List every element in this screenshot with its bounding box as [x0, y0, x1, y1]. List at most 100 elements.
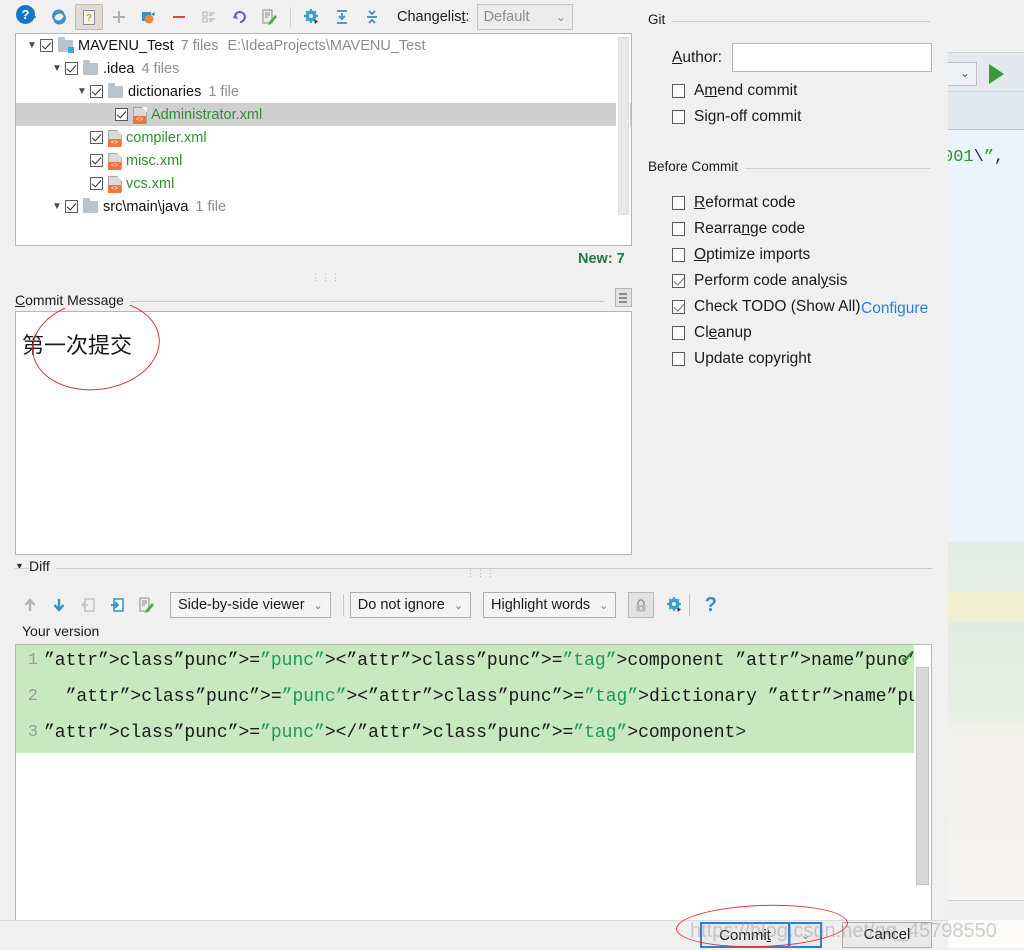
- tree-row[interactable]: ▼ dictionaries 1 file: [16, 80, 631, 103]
- cleanup-checkbox[interactable]: Cleanup: [672, 324, 752, 342]
- diff-viewer[interactable]: 1 2 3 ”attr”>class”punc”>=”punc”><”attr”>c…: [15, 644, 932, 926]
- configure-link[interactable]: Configure: [861, 300, 928, 318]
- tree-row-count: 1 file: [195, 198, 227, 215]
- folder-icon: [83, 197, 98, 213]
- collapse-all-2-icon[interactable]: [358, 4, 386, 30]
- splitter-handle-diff[interactable]: ⋮⋮⋮: [466, 568, 496, 579]
- accept-change-icon[interactable]: [102, 592, 131, 618]
- checkbox-box[interactable]: [672, 274, 685, 288]
- sign-off-commit-checkbox[interactable]: Sign-off commit: [672, 108, 801, 126]
- tree-row-checkbox[interactable]: [90, 154, 103, 167]
- commit-message-header: Commit Message: [15, 288, 632, 310]
- expand-all-icon[interactable]: [328, 4, 356, 30]
- run-icon: [989, 64, 1004, 84]
- settings-icon[interactable]: [298, 4, 326, 30]
- tree-row-path: E:\IdeaProjects\MAVENU_Test: [227, 37, 426, 54]
- chevron-down-icon[interactable]: ▼: [49, 201, 65, 212]
- tree-row-checkbox[interactable]: [40, 39, 53, 52]
- checkbox-label: Check TODO (Show All): [694, 298, 861, 315]
- tree-row[interactable]: compiler.xml: [16, 126, 631, 149]
- cancel-button[interactable]: Cancel: [842, 922, 932, 948]
- diff-scrollbar[interactable]: [914, 645, 931, 925]
- remove-icon[interactable]: [165, 4, 193, 30]
- group-by-icon[interactable]: [195, 4, 223, 30]
- chevron-down-icon[interactable]: ▼: [24, 40, 40, 51]
- changed-files-tree[interactable]: ▼ MAVENU_Test 7 files E:\IdeaProjects\MAVEN…: [15, 33, 632, 246]
- tree-row[interactable]: ▼ src\main\java 1 file: [16, 195, 631, 218]
- tree-row[interactable]: ▼ MAVENU_Test 7 files E:\IdeaProjects\MAVEN…: [16, 34, 631, 57]
- tree-row-checkbox[interactable]: [65, 62, 78, 75]
- splitter-handle-top[interactable]: ⋮⋮⋮: [311, 272, 341, 283]
- reformat-code-checkbox[interactable]: Reformat code: [672, 194, 796, 212]
- commit-message-label: Commit Message: [15, 292, 130, 308]
- tree-scrollbar-thumb[interactable]: [618, 37, 629, 215]
- check-todo-checkbox[interactable]: Check TODO (Show All): [672, 298, 861, 316]
- checkbox-box[interactable]: [672, 352, 685, 366]
- chevron-down-icon[interactable]: ▼: [15, 561, 24, 571]
- tree-row[interactable]: ▼ .idea 4 files: [16, 57, 631, 80]
- lock-icon[interactable]: [628, 592, 655, 618]
- chevron-down-icon: ⌄: [800, 929, 811, 942]
- refresh-icon[interactable]: [45, 4, 73, 30]
- edit-source-icon[interactable]: [131, 592, 160, 618]
- add-icon[interactable]: [105, 4, 133, 30]
- tree-row-name: vcs.xml: [126, 175, 175, 192]
- update-copyright-checkbox[interactable]: Update copyright: [672, 350, 811, 368]
- commit-message-text: 第一次提交: [22, 334, 133, 359]
- tree-row-checkbox[interactable]: [90, 177, 103, 190]
- highlight-mode-value: Highlight words: [491, 597, 591, 613]
- git-group-label: Git: [648, 12, 673, 27]
- diff-toolbar-separator-2: [689, 594, 691, 616]
- checkbox-box[interactable]: [672, 196, 685, 210]
- background-editor: 001\”,: [941, 131, 1024, 948]
- tree-row-checkbox[interactable]: [65, 200, 78, 213]
- tree-row[interactable]: Administrator.xml: [16, 103, 631, 126]
- highlight-mode-dropdown[interactable]: Highlight words ⌄: [483, 592, 617, 618]
- previous-difference-icon[interactable]: [15, 592, 44, 618]
- folder-icon: [108, 82, 123, 98]
- rollback-icon[interactable]: [225, 4, 253, 30]
- edit-source-icon[interactable]: [255, 4, 283, 30]
- viewer-mode-dropdown[interactable]: Side-by-side viewer ⌄: [170, 592, 331, 618]
- changelist-label: Changelist:: [397, 9, 470, 25]
- tree-row-name: misc.xml: [126, 152, 183, 169]
- perform-code-analysis-checkbox[interactable]: Perform code analysis: [672, 272, 847, 290]
- changelist-dropdown[interactable]: Default ⌄: [476, 4, 573, 30]
- tree-row[interactable]: misc.xml: [16, 149, 631, 172]
- checkbox-box[interactable]: [672, 110, 685, 124]
- tree-row-checkbox[interactable]: [90, 85, 103, 98]
- tree-row[interactable]: vcs.xml: [16, 172, 631, 195]
- amend-commit-checkbox[interactable]: Amend commit: [672, 82, 797, 100]
- move-to-another-changelist-icon[interactable]: [135, 4, 163, 30]
- revert-change-icon[interactable]: [73, 592, 102, 618]
- question-icon[interactable]: ?: [696, 592, 725, 618]
- chevron-down-icon[interactable]: ▼: [74, 86, 90, 97]
- chevron-down-icon[interactable]: ▼: [49, 63, 65, 74]
- tree-scrollbar[interactable]: [616, 35, 630, 245]
- new-files-count: New: 7: [578, 251, 625, 267]
- tree-row-checkbox[interactable]: [115, 108, 128, 121]
- xml-file-icon: [108, 152, 122, 170]
- next-difference-icon[interactable]: [44, 592, 73, 618]
- background-ide-window: ⌄ 001\”,: [940, 0, 1024, 948]
- help-button[interactable]: ?: [16, 5, 35, 24]
- gear-icon[interactable]: [660, 592, 689, 618]
- checkbox-box[interactable]: [672, 248, 685, 262]
- commit-message-input[interactable]: 第一次提交: [15, 311, 632, 555]
- author-input[interactable]: [731, 43, 932, 72]
- optimize-imports-checkbox[interactable]: Optimize imports: [672, 246, 810, 264]
- show-diff-icon[interactable]: ?: [75, 4, 103, 30]
- checkbox-box[interactable]: [672, 84, 685, 98]
- rearrange-code-checkbox[interactable]: Rearrange code: [672, 220, 805, 238]
- commit-button[interactable]: Commit: [700, 922, 790, 948]
- tree-row-checkbox[interactable]: [90, 131, 103, 144]
- checkbox-box[interactable]: [672, 300, 685, 314]
- ignore-mode-dropdown[interactable]: Do not ignore ⌄: [349, 592, 472, 618]
- checkbox-box[interactable]: [672, 326, 685, 340]
- checkbox-box[interactable]: [672, 222, 685, 236]
- diff-scrollbar-thumb[interactable]: [916, 667, 929, 885]
- commit-message-history-icon[interactable]: [615, 288, 632, 307]
- author-row: Author:: [672, 43, 932, 72]
- tree-row-name: compiler.xml: [126, 129, 207, 146]
- commit-dropdown-button[interactable]: ⌄: [790, 922, 822, 948]
